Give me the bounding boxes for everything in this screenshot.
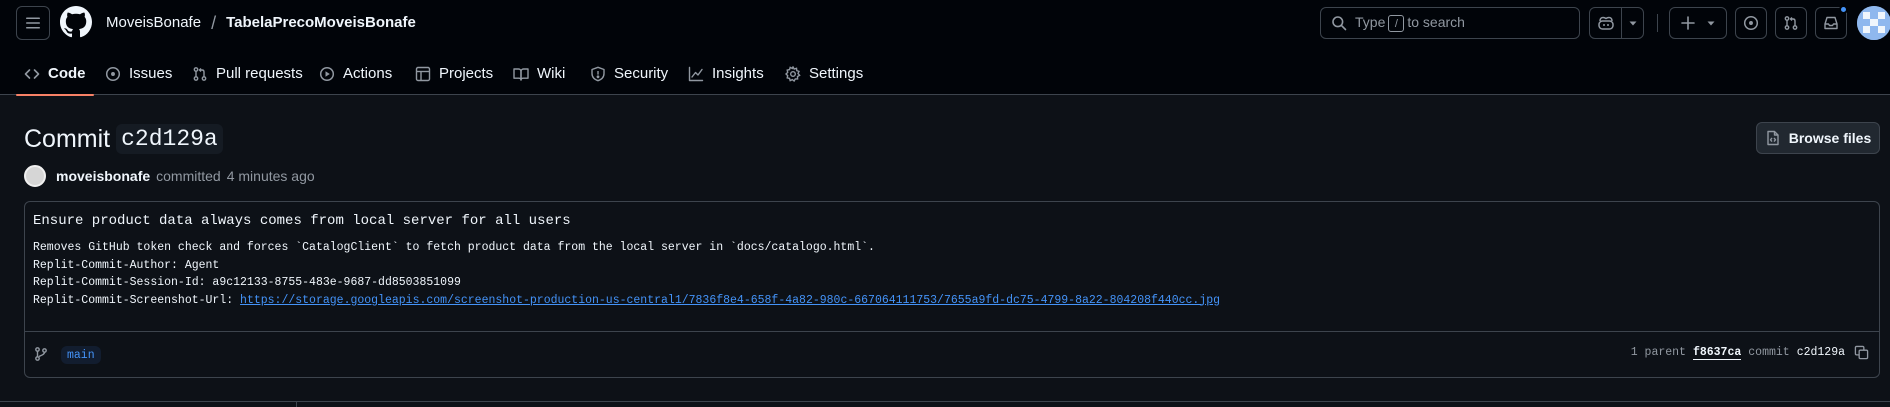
notification-indicator [1839,5,1848,14]
commit-relative-time: 4 minutes ago [226,168,315,184]
branch-badge[interactable]: main [61,346,101,364]
top-bar: MoveisBonafe / TabelaPrecoMoveisBonafe T… [0,0,1890,46]
screenshot-url-label: Replit-Commit-Screenshot-Url: [33,293,241,307]
commit-title-word: Commit [24,124,111,153]
tab-wiki-label: Wiki [537,65,566,82]
copilot-icon [1597,16,1614,30]
commit-message-body: Ensure product data always comes from lo… [25,202,1879,332]
commit-parents-info: 1 parent f8637ca commit c2d129a [1631,345,1869,360]
tab-settings[interactable]: Settings [777,52,871,95]
commit-author-line: moveisbonafe committed 4 minutes ago [24,165,315,187]
copilot-button[interactable] [1590,8,1623,38]
search-icon [1332,16,1347,31]
play-icon [319,66,335,81]
tab-actions-label: Actions [343,65,393,82]
search-input[interactable]: Type / to search [1320,7,1580,39]
git-pull-request-icon [193,66,207,81]
git-pull-request-icon [1784,16,1798,30]
commit-message-box: Ensure product data always comes from lo… [24,201,1880,378]
gear-icon [785,65,801,82]
create-new-button[interactable] [1669,7,1727,39]
tab-pull-requests[interactable]: Pull requests [184,52,311,95]
git-branch-icon [35,347,47,361]
file-tree-divider [296,401,297,407]
copy-icon [1854,345,1869,360]
tab-actions[interactable]: Actions [311,52,400,95]
copilot-menu-button[interactable] [1622,8,1643,38]
your-pull-requests-button[interactable] [1775,7,1807,39]
user-avatar[interactable] [1857,6,1890,40]
search-placeholder-prefix: Type [1355,13,1386,30]
browse-files-button[interactable]: Browse files [1756,122,1880,154]
tab-pull-requests-label: Pull requests [216,65,303,82]
hamburger-icon [26,17,40,29]
commit-sha-text: c2d129a [1796,346,1845,359]
shield-icon [591,66,605,81]
breadcrumb-repo-link[interactable]: TabelaPrecoMoveisBonafe [226,12,416,34]
commit-footer: main 1 parent f8637ca commit c2d129a [25,332,1879,378]
inbox-icon [1824,16,1838,30]
tab-code[interactable]: Code [16,52,94,96]
tab-insights-label: Insights [712,65,764,82]
tab-issues[interactable]: Issues [97,52,180,95]
breadcrumb-separator: / [211,13,217,33]
commit-label: commit [1748,346,1790,359]
search-placeholder: Type / to search [1355,14,1465,33]
breadcrumb-owner-link[interactable]: MoveisBonafe [106,12,201,34]
issue-opened-icon [105,66,121,81]
tab-settings-label: Settings [809,65,864,82]
screenshot-url-link[interactable]: https://storage.googleapis.com/screensho… [240,294,1220,307]
repo-nav-tabs: Code Issues Pull requests Actions Projec… [0,52,1890,96]
tab-projects-label: Projects [439,65,494,82]
issue-opened-icon [1743,15,1759,31]
search-placeholder-suffix: to search [1407,13,1465,30]
author-avatar[interactable] [24,165,46,187]
breadcrumb: MoveisBonafe / TabelaPrecoMoveisBonafe [106,12,416,34]
open-global-nav-button[interactable] [16,6,50,40]
tab-projects[interactable]: Projects [407,52,501,95]
commit-message-line: Removes GitHub token check and forces `C… [33,241,875,254]
copy-sha-button[interactable] [1854,345,1869,360]
commit-message-line: Replit-Commit-Author: Agent [33,258,220,272]
diff-section-divider [0,401,1890,402]
file-code-icon [1767,130,1779,146]
triangle-down-icon [1707,21,1715,26]
plus-icon [1681,16,1695,30]
tab-wiki[interactable]: Wiki [505,52,573,95]
app-header: MoveisBonafe / TabelaPrecoMoveisBonafe T… [0,0,1890,96]
triangle-down-icon [1629,21,1637,26]
tab-security[interactable]: Security [582,52,676,95]
parent-count-text: 1 parent [1630,346,1686,359]
search-shortcut-key: / [1388,15,1405,33]
code-icon [24,68,40,79]
github-logo-icon[interactable] [60,6,92,38]
your-issues-button[interactable] [1735,7,1767,39]
tab-issues-label: Issues [129,65,173,82]
tab-code-label: Code [48,65,86,82]
header-divider [1657,14,1658,32]
commit-action-text: committed [156,168,221,184]
browse-files-label: Browse files [1788,130,1872,146]
commit-sha-pill: c2d129a [116,124,223,154]
table-icon [415,66,431,81]
copilot-button-group [1589,7,1644,39]
author-name-link[interactable]: moveisbonafe [56,168,150,184]
commit-message-title: Ensure product data always comes from lo… [33,213,571,229]
parent-sha-link[interactable]: f8637ca [1692,346,1742,360]
book-icon [513,67,529,81]
commit-message-line: Replit-Commit-Session-Id: a9c12133-8755-… [33,276,461,289]
tab-security-label: Security [614,65,669,82]
graph-icon [688,66,704,81]
page-title: Commit c2d129a [24,124,223,154]
tab-insights[interactable]: Insights [680,52,772,95]
commit-message-line: Replit-Commit-Screenshot-Url: https://st… [33,292,1871,310]
